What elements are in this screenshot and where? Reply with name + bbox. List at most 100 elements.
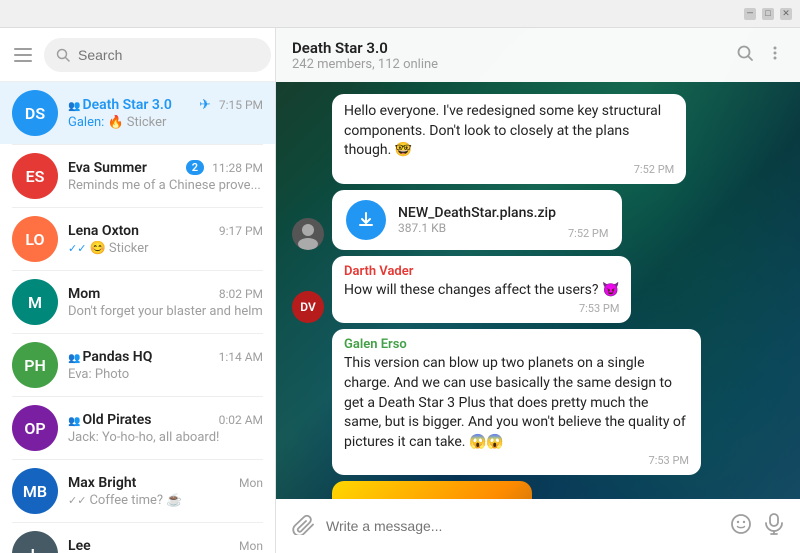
chat-item-pandas-hq[interactable]: PH 👥Pandas HQ 1:14 AM Eva: Photo: [0, 334, 275, 396]
search-chat-icon[interactable]: [736, 44, 754, 67]
chat-top: Lee Mon: [68, 538, 263, 553]
message-input-bar: [276, 499, 800, 553]
chat-item-eva-summer[interactable]: ES Eva Summer 2 11:28 PM Reminds me of a…: [0, 145, 275, 207]
messages-area: Hello everyone. I've redesigned some key…: [276, 82, 800, 499]
message-time: 7:53 PM: [344, 302, 619, 315]
search-icon: [56, 48, 70, 62]
message-bubble: Darth Vader How will these changes affec…: [332, 256, 631, 324]
chat-item-lena-oxton[interactable]: LO Lena Oxton 9:17 PM ✓✓ 😊 Sticker: [0, 208, 275, 270]
chat-item-lee[interactable]: L Lee Mon We can call it Galaxy Star 7 ;…: [0, 523, 275, 553]
message-text: Hello everyone. I've redesigned some key…: [344, 102, 674, 161]
maximize-button[interactable]: □: [762, 8, 774, 20]
message-bubble: Galen Erso This version can blow up two …: [332, 329, 701, 475]
chat-header-sub: 242 members, 112 online: [292, 57, 438, 72]
chat-info: Lee Mon We can call it Galaxy Star 7 ;): [68, 538, 263, 553]
chat-preview: ✓✓ Coffee time? ☕: [68, 493, 263, 508]
mic-icon[interactable]: [764, 513, 784, 540]
chat-item-old-pirates[interactable]: OP 👥Old Pirates 0:02 AM Jack: Yo-ho-ho, …: [0, 397, 275, 459]
emoji-icon[interactable]: [730, 513, 752, 540]
chat-info: 👥Pandas HQ 1:14 AM Eva: Photo: [68, 349, 263, 382]
chat-preview: Reminds me of a Chinese prove...: [68, 178, 263, 193]
message-sender: Darth Vader: [344, 264, 619, 279]
message-with-avatar: NEW_DeathStar.plans.zip 387.1 KB 7:52 PM: [292, 190, 784, 250]
chat-preview: Jack: Yo-ho-ho, all aboard!: [68, 430, 263, 445]
chat-top: Lena Oxton 9:17 PM: [68, 223, 263, 239]
sidebar-header: [0, 28, 275, 82]
msg-avatar: DV: [292, 291, 324, 323]
sticker-image: [332, 481, 532, 499]
avatar: L: [12, 531, 58, 553]
chat-item-max-bright[interactable]: MB Max Bright Mon ✓✓ Coffee time? ☕: [0, 460, 275, 522]
chat-top: Eva Summer 2 11:28 PM: [68, 160, 263, 176]
hamburger-icon[interactable]: [14, 48, 32, 62]
chat-preview: Don't forget your blaster and helmet: [68, 304, 263, 319]
chat-name: 👥Pandas HQ: [68, 349, 152, 365]
avatar: ES: [12, 153, 58, 199]
file-download-icon[interactable]: [346, 200, 386, 240]
file-bubble: NEW_DeathStar.plans.zip 387.1 KB 7:52 PM: [332, 190, 622, 250]
chat-info: Eva Summer 2 11:28 PM Reminds me of a Ch…: [68, 160, 263, 193]
chat-time: 0:02 AM: [219, 413, 263, 427]
chat-top: Max Bright Mon: [68, 475, 263, 491]
message-time: 7:53 PM: [344, 454, 689, 467]
sidebar: DS 👥Death Star 3.0 ✈ 7:15 PM Galen: 🔥 St…: [0, 28, 276, 553]
close-button[interactable]: ✕: [780, 8, 792, 20]
attach-icon[interactable]: [292, 513, 314, 540]
chat-header-name: Death Star 3.0: [292, 39, 438, 57]
message-text: This version can blow up two planets on …: [344, 354, 689, 452]
more-options-icon[interactable]: [766, 44, 784, 67]
app-body: DS 👥Death Star 3.0 ✈ 7:15 PM Galen: 🔥 St…: [0, 28, 800, 553]
chat-name: Lee: [68, 538, 91, 553]
chat-panel: Death Star 3.0 242 members, 112 online: [276, 28, 800, 553]
avatar: DS: [12, 90, 58, 136]
chat-name: 👥Old Pirates: [68, 412, 151, 428]
search-input[interactable]: [78, 47, 259, 63]
chat-name: Lena Oxton: [68, 223, 139, 239]
chat-preview: Eva: Photo: [68, 367, 263, 382]
file-name: NEW_DeathStar.plans.zip: [398, 205, 556, 221]
chat-info: Mom 8:02 PM Don't forget your blaster an…: [68, 286, 263, 319]
message-time: 7:52 PM: [568, 227, 608, 240]
search-box[interactable]: [44, 38, 271, 72]
chat-name: Eva Summer: [68, 160, 147, 176]
message-time: 7:52 PM: [344, 163, 674, 176]
message-text: How will these changes affect the users?…: [344, 281, 619, 301]
chat-preview: ✓✓ 😊 Sticker: [68, 241, 263, 256]
message-with-avatar: [292, 481, 784, 499]
avatar: OP: [12, 405, 58, 451]
message-bubble: Hello everyone. I've redesigned some key…: [332, 94, 686, 184]
file-size: 387.1 KB: [398, 221, 556, 235]
chat-header-actions: [736, 44, 784, 67]
chat-name: Max Bright: [68, 475, 136, 491]
chat-info: Lena Oxton 9:17 PM ✓✓ 😊 Sticker: [68, 223, 263, 256]
chat-item-mom[interactable]: M Mom 8:02 PM Don't forget your blaster …: [0, 271, 275, 333]
avatar: MB: [12, 468, 58, 514]
chat-item-death-star[interactable]: DS 👥Death Star 3.0 ✈ 7:15 PM Galen: 🔥 St…: [0, 82, 275, 144]
chat-info: 👥Old Pirates 0:02 AM Jack: Yo-ho-ho, all…: [68, 412, 263, 445]
pin-icon: ✈: [199, 97, 211, 113]
chat-top: Mom 8:02 PM: [68, 286, 263, 302]
chat-list: DS 👥Death Star 3.0 ✈ 7:15 PM Galen: 🔥 St…: [0, 82, 275, 553]
avatar: LO: [12, 216, 58, 262]
avatar: PH: [12, 342, 58, 388]
chat-time: 7:15 PM: [219, 98, 263, 112]
avatar: M: [12, 279, 58, 325]
message-sender: Galen Erso: [344, 337, 689, 352]
chat-name: Mom: [68, 286, 100, 302]
chat-name: 👥Death Star 3.0: [68, 97, 172, 113]
chat-time: 11:28 PM: [212, 161, 263, 175]
chat-top: 👥Death Star 3.0 ✈ 7:15 PM: [68, 97, 263, 113]
chat-time: 1:14 AM: [219, 350, 263, 364]
chat-time: Mon: [239, 476, 263, 490]
msg-avatar: [292, 218, 324, 250]
chat-time: 8:02 PM: [219, 287, 263, 301]
chat-top: 👥Pandas HQ 1:14 AM: [68, 349, 263, 365]
message-with-avatar: DV Darth Vader How will these changes af…: [292, 256, 784, 324]
title-bar: — □ ✕: [0, 0, 800, 28]
chat-header: Death Star 3.0 242 members, 112 online: [276, 28, 800, 82]
chat-time: Mon: [239, 539, 263, 553]
message-input[interactable]: [326, 518, 718, 534]
minimize-button[interactable]: —: [744, 8, 756, 20]
chat-info: Max Bright Mon ✓✓ Coffee time? ☕: [68, 475, 263, 508]
unread-badge: 2: [186, 160, 204, 175]
